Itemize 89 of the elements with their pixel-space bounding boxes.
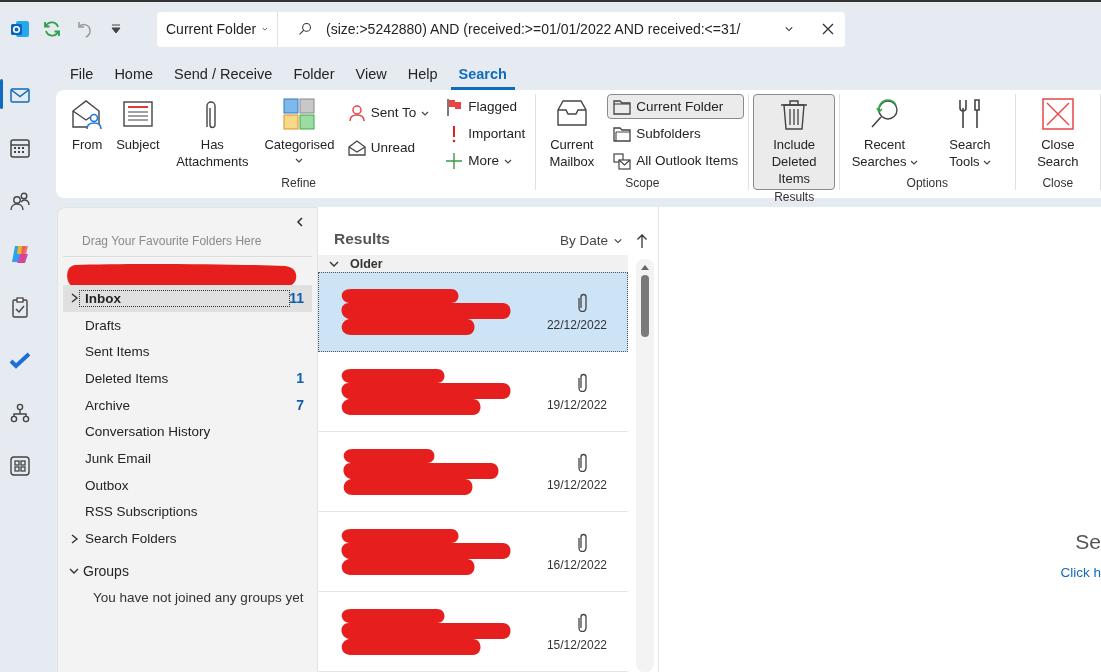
folders-icon bbox=[613, 124, 632, 143]
unread-count: 11 bbox=[289, 290, 304, 307]
message-item[interactable]: 19/12/2022 bbox=[318, 352, 628, 432]
message-item[interactable]: 22/12/2022 bbox=[318, 272, 628, 352]
folder-icon bbox=[613, 97, 632, 116]
folder-item[interactable]: Junk Email bbox=[63, 445, 312, 472]
outlook-logo-icon[interactable] bbox=[10, 19, 30, 39]
folder-item[interactable]: Conversation History bbox=[63, 418, 312, 446]
ribbon-tab[interactable]: Home bbox=[106, 66, 162, 90]
unread-count: 7 bbox=[296, 397, 304, 414]
message-date: 22/12/2022 bbox=[546, 318, 607, 332]
ribbon-button[interactable]: Flagged bbox=[439, 94, 532, 119]
ribbon-tab[interactable]: Folder bbox=[285, 66, 343, 90]
ribbon-button[interactable]: Recent Searches bbox=[843, 94, 926, 176]
ribbon-button[interactable]: All Outlook Items bbox=[607, 148, 745, 173]
chevron-down-icon bbox=[262, 25, 268, 33]
folder-item[interactable]: Inbox 11 bbox=[63, 285, 312, 312]
message-item[interactable]: 19/12/2022 bbox=[318, 432, 628, 512]
message-item[interactable]: 16/12/2022 bbox=[318, 512, 628, 592]
ribbon-button[interactable]: Current Folder bbox=[607, 94, 745, 119]
folder-item[interactable]: Outbox bbox=[63, 471, 312, 499]
favourites-hint: Drag Your Favourite Folders Here bbox=[63, 229, 312, 257]
message-date: 19/12/2022 bbox=[546, 478, 607, 492]
apps-grid-icon bbox=[9, 454, 31, 477]
chevron-down-icon bbox=[614, 236, 622, 245]
ribbon-button[interactable]: Current Mailbox bbox=[540, 94, 604, 176]
category-squares-icon bbox=[282, 97, 317, 131]
calendar-icon bbox=[9, 136, 31, 159]
group-header[interactable]: Older bbox=[318, 255, 628, 272]
ribbon-tab[interactable]: Help bbox=[399, 66, 446, 90]
reading-pane-link[interactable]: Click h bbox=[1060, 565, 1101, 580]
ribbon-button[interactable]: Subfolders bbox=[607, 121, 745, 146]
unread-count: 1 bbox=[296, 370, 304, 387]
search-field[interactable]: (size:>5242880) AND (received:>=01/01/2022 AND received:<=31/ bbox=[326, 21, 771, 37]
ribbon-button[interactable]: More bbox=[439, 148, 532, 173]
ribbon-button[interactable]: From bbox=[66, 94, 109, 176]
customize-menu-icon[interactable] bbox=[110, 23, 122, 35]
groups-header[interactable]: Groups bbox=[63, 557, 312, 584]
close-box-icon bbox=[1040, 97, 1075, 131]
ribbon-tab[interactable]: File bbox=[62, 66, 102, 90]
search-scope-dropdown[interactable]: Current Folder bbox=[157, 11, 277, 47]
ribbon-group-label: Options bbox=[905, 176, 949, 190]
message-date: 19/12/2022 bbox=[546, 398, 607, 412]
message-date: 15/12/2022 bbox=[546, 638, 607, 652]
folder-item[interactable]: Archive 7 bbox=[63, 391, 312, 419]
ribbon-button[interactable]: Sent To bbox=[341, 100, 436, 125]
folder-item[interactable]: Drafts bbox=[63, 311, 312, 339]
ribbon-button[interactable]: Has Attachments bbox=[167, 94, 258, 176]
chevron-down-icon[interactable] bbox=[785, 25, 793, 33]
calendar-envelope-icon bbox=[613, 151, 632, 170]
ribbon-group-label: Scope bbox=[624, 176, 661, 190]
ribbon-button[interactable]: Important bbox=[439, 121, 532, 146]
message-item[interactable]: 15/12/2022 bbox=[318, 592, 628, 672]
ribbon-tab[interactable]: Send / Receive bbox=[166, 66, 281, 90]
ribbon-button[interactable]: Search Tools bbox=[929, 94, 1011, 176]
ribbon-button[interactable]: Unread bbox=[341, 135, 436, 160]
plus-icon bbox=[445, 151, 464, 170]
sort-dropdown[interactable]: By Date bbox=[559, 233, 622, 248]
sync-icon[interactable] bbox=[42, 19, 62, 39]
ribbon-button[interactable]: Include Deleted Items bbox=[753, 94, 835, 190]
close-icon[interactable] bbox=[821, 22, 835, 36]
open-envelope-icon bbox=[347, 138, 366, 157]
search-box[interactable]: (size:>5242880) AND (received:>=01/01/2022 AND received:<=31/ bbox=[277, 11, 845, 47]
ribbon-tab[interactable]: View bbox=[347, 66, 395, 90]
groups-empty-message: You have not joined any groups yet bbox=[92, 588, 305, 605]
scrollbar[interactable] bbox=[636, 259, 654, 672]
org-chart-icon bbox=[9, 401, 31, 424]
folder-item[interactable]: Sent Items bbox=[63, 338, 312, 366]
person-icon bbox=[347, 103, 366, 122]
message-date: 16/12/2022 bbox=[546, 558, 607, 572]
ribbon-button[interactable]: Subject bbox=[112, 94, 164, 176]
exclamation-icon bbox=[451, 124, 458, 143]
scroll-up-icon[interactable] bbox=[640, 263, 650, 271]
reading-pane-heading: Se bbox=[1075, 529, 1101, 555]
clipboard-check-icon bbox=[9, 295, 31, 318]
search-icon bbox=[298, 22, 312, 36]
folder-item[interactable]: RSS Subscriptions bbox=[63, 498, 312, 526]
ribbon-button[interactable]: Categorised bbox=[261, 94, 338, 176]
ribbon-group-label: Close bbox=[1041, 176, 1075, 190]
ribbon-group-label: Refine bbox=[280, 176, 317, 190]
folder-item[interactable]: Search Folders bbox=[63, 525, 312, 552]
scrollbar-thumb[interactable] bbox=[641, 275, 649, 337]
flag-icon bbox=[445, 97, 464, 116]
envelope-person-icon bbox=[70, 97, 105, 131]
ribbon-group-label: Results bbox=[773, 190, 816, 204]
folder-item[interactable]: Deleted Items 1 bbox=[63, 365, 312, 392]
sort-arrow-icon[interactable] bbox=[636, 233, 648, 248]
results-title: Results bbox=[334, 230, 391, 248]
ribbon-button[interactable]: Close Search bbox=[1019, 94, 1096, 176]
